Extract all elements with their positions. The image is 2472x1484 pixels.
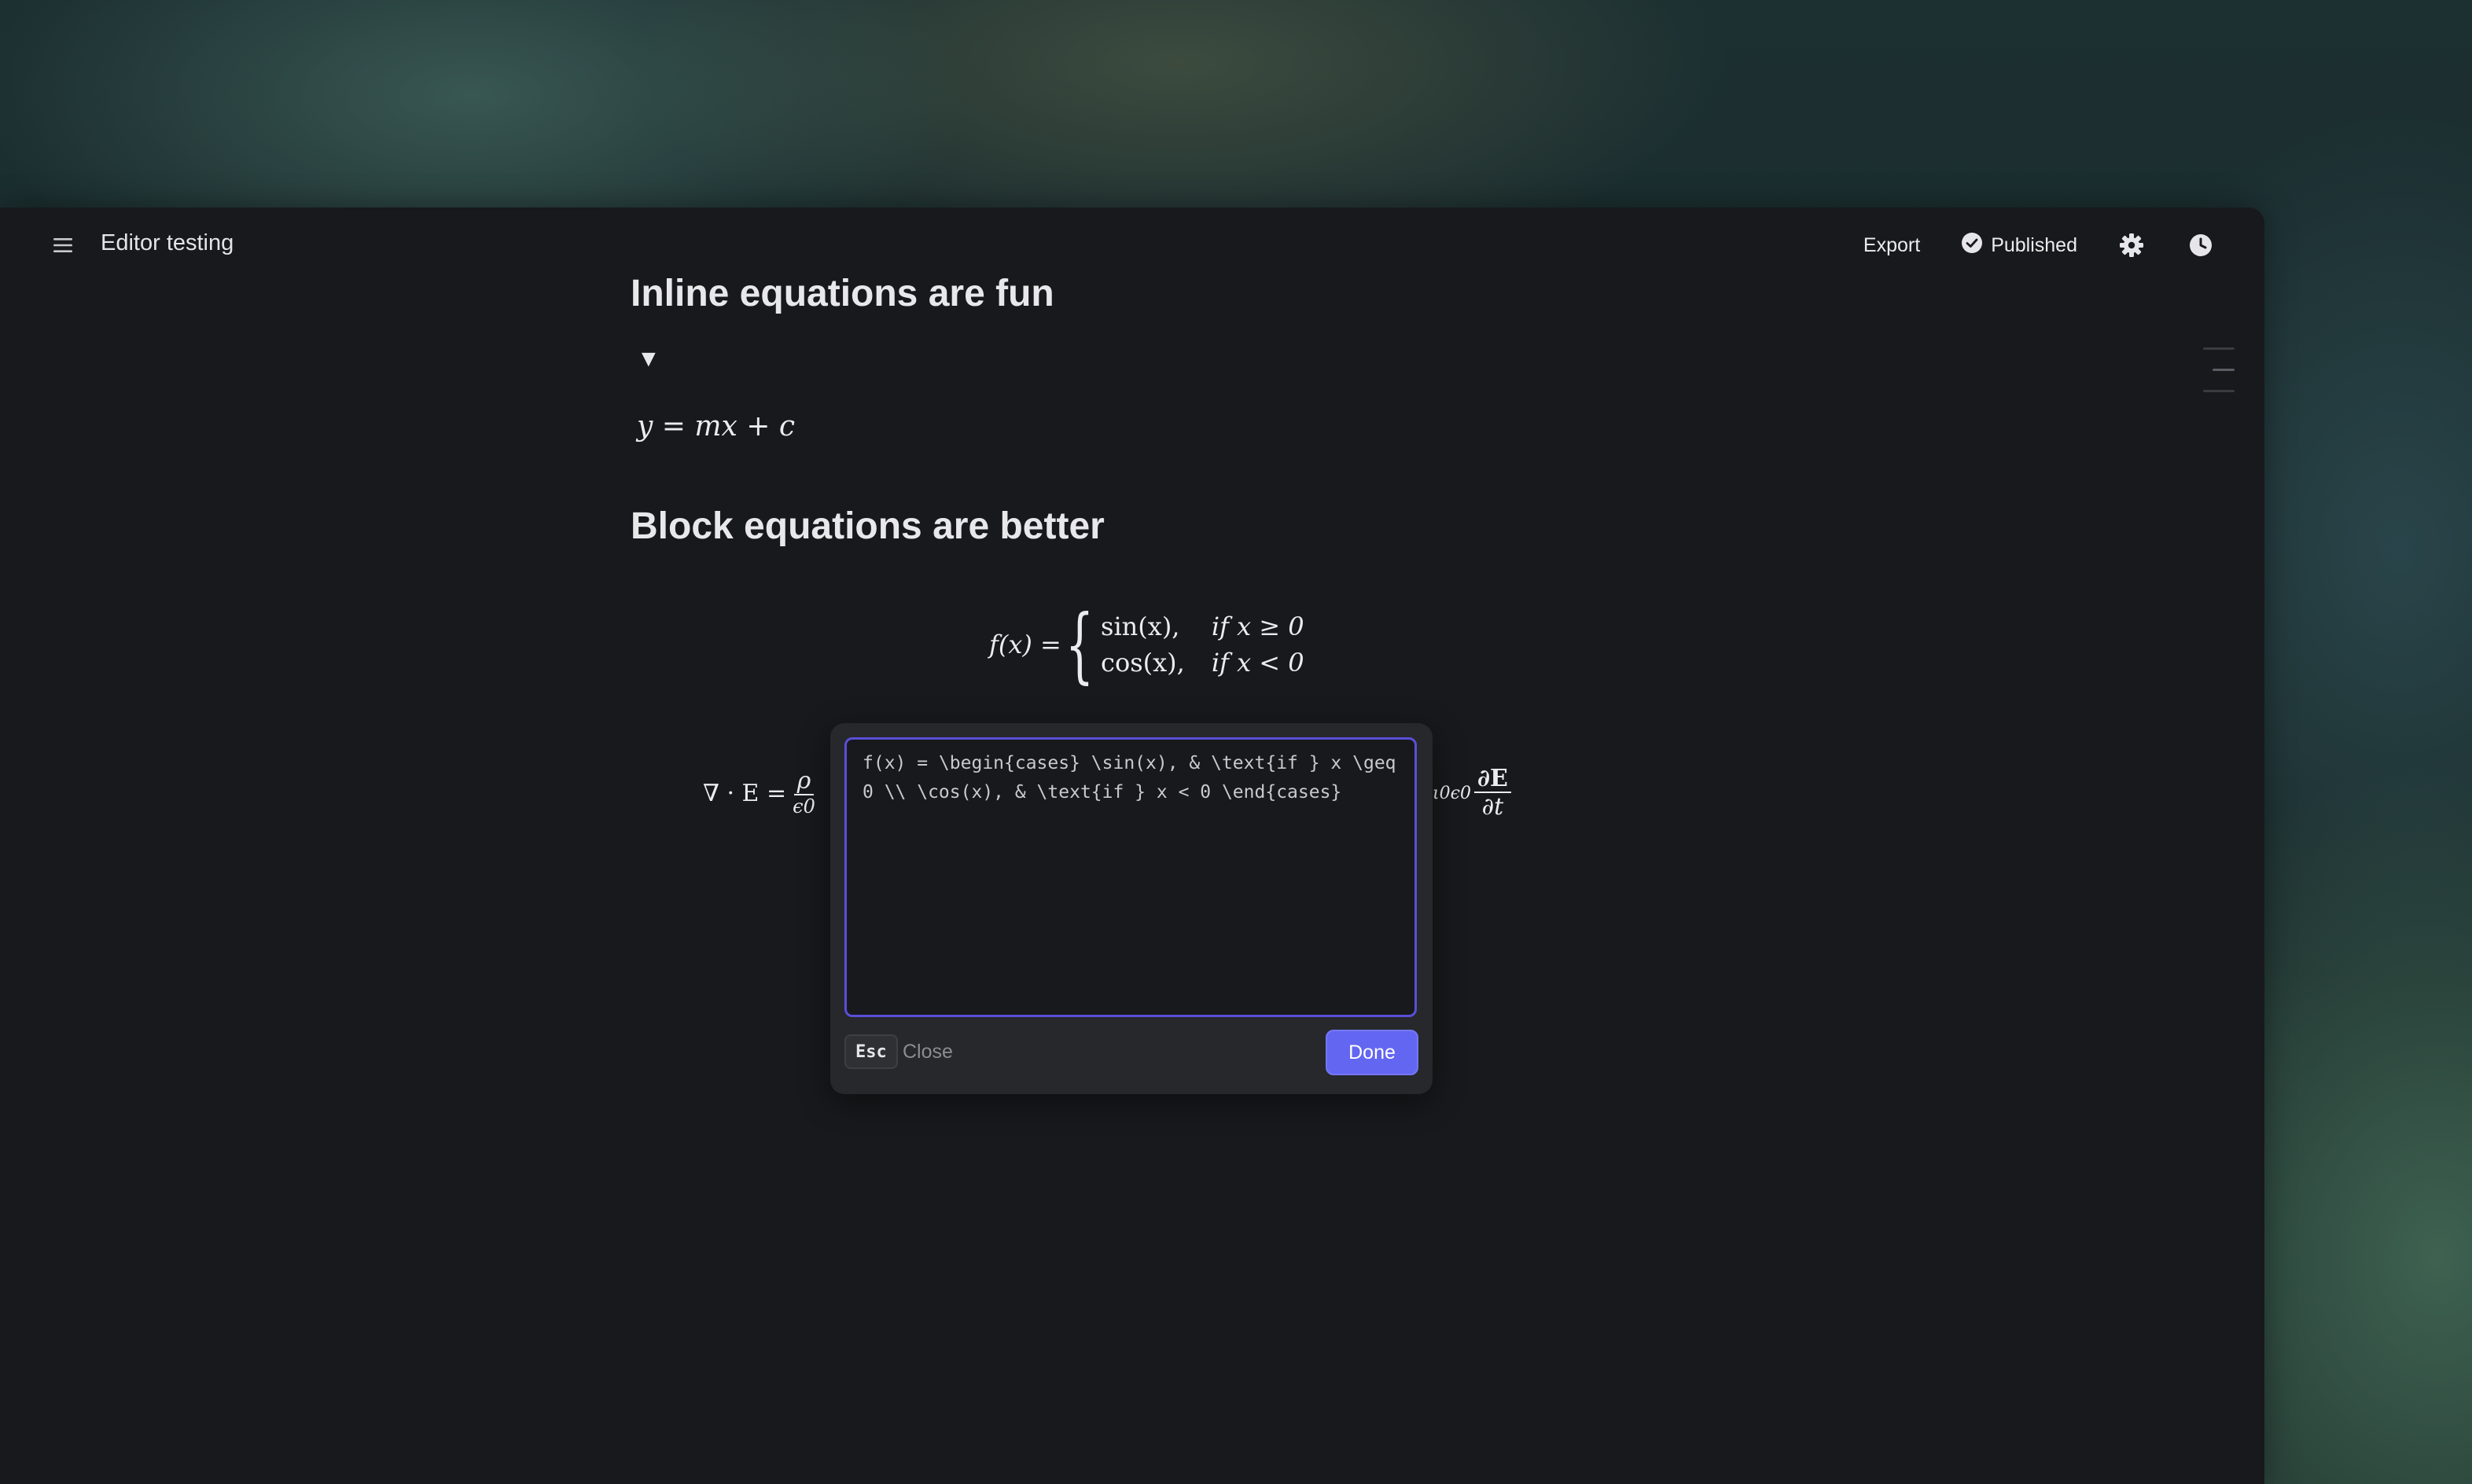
inline-equation[interactable]: y = mx + c	[637, 410, 795, 443]
top-bar: Editor testing Export Published	[0, 208, 2264, 286]
case1-expression: sin(x),	[1101, 612, 1180, 641]
esc-keycap: Esc	[844, 1034, 898, 1069]
equation-source-input[interactable]: f(x) = \begin{cases} \sin(x), & \text{if…	[844, 737, 1417, 1017]
done-button[interactable]: Done	[1326, 1030, 1418, 1075]
piecewise-lhs: f(x) =	[989, 630, 1061, 659]
close-button[interactable]: Close	[903, 1041, 953, 1063]
block-equation-piecewise[interactable]: f(x) = { sin(x), if x ≥ 0 cos(x), if x <…	[989, 597, 1304, 692]
fraction-numerator: ρ	[793, 768, 815, 796]
toolbar-actions: Export Published	[1863, 226, 2214, 264]
dE-over-dt-fraction: ∂E ∂t	[1473, 766, 1511, 821]
rho-over-eps0-fraction: ρ ϵ0	[789, 768, 818, 818]
heading-inline-equations: Inline equations are fun	[631, 273, 1054, 314]
fraction-numerator-dE: ∂E	[1473, 766, 1511, 793]
case1-condition: if x ≥ 0	[1211, 612, 1304, 641]
hamburger-menu-icon[interactable]	[52, 234, 74, 256]
case2-condition: if x < 0	[1211, 648, 1304, 678]
left-brace: {	[1065, 597, 1094, 692]
case2-expression: cos(x),	[1101, 648, 1185, 678]
editor-window: Editor testing Export Published Inline e…	[0, 208, 2264, 1484]
clock-icon[interactable]	[2187, 232, 2214, 259]
outline-line[interactable]	[2203, 347, 2235, 350]
check-circle-icon	[1961, 232, 1983, 259]
maxwell-lhs: ∇ · E =	[703, 779, 787, 807]
fraction-denominator-dt: ∂t	[1481, 792, 1504, 821]
export-button[interactable]: Export	[1863, 234, 1920, 257]
heading-block-equations: Block equations are better	[631, 505, 1105, 547]
block-equation-maxwell-left[interactable]: ∇ · E = ρ ϵ0	[703, 750, 822, 836]
published-label: Published	[1991, 233, 2077, 256]
maxwell-right-fragment: ι0ϵ0	[1433, 783, 1471, 803]
piecewise-cases: sin(x), if x ≥ 0 cos(x), if x < 0	[1101, 608, 1304, 681]
fraction-denominator: ϵ0	[793, 795, 815, 818]
block-equation-maxwell-right[interactable]: ι0ϵ0 ∂E ∂t	[1433, 750, 1514, 836]
document-title: Editor testing	[101, 230, 234, 255]
toggle-collapse-icon[interactable]: ▼	[637, 346, 660, 373]
equation-editor-popover: f(x) = \begin{cases} \sin(x), & \text{if…	[830, 723, 1433, 1094]
published-status-button[interactable]: Published	[1961, 232, 2077, 259]
document-outline-minimap[interactable]	[2203, 347, 2235, 411]
outline-line-active[interactable]	[2213, 369, 2235, 371]
gear-icon[interactable]	[2118, 232, 2145, 259]
outline-line[interactable]	[2203, 390, 2235, 392]
